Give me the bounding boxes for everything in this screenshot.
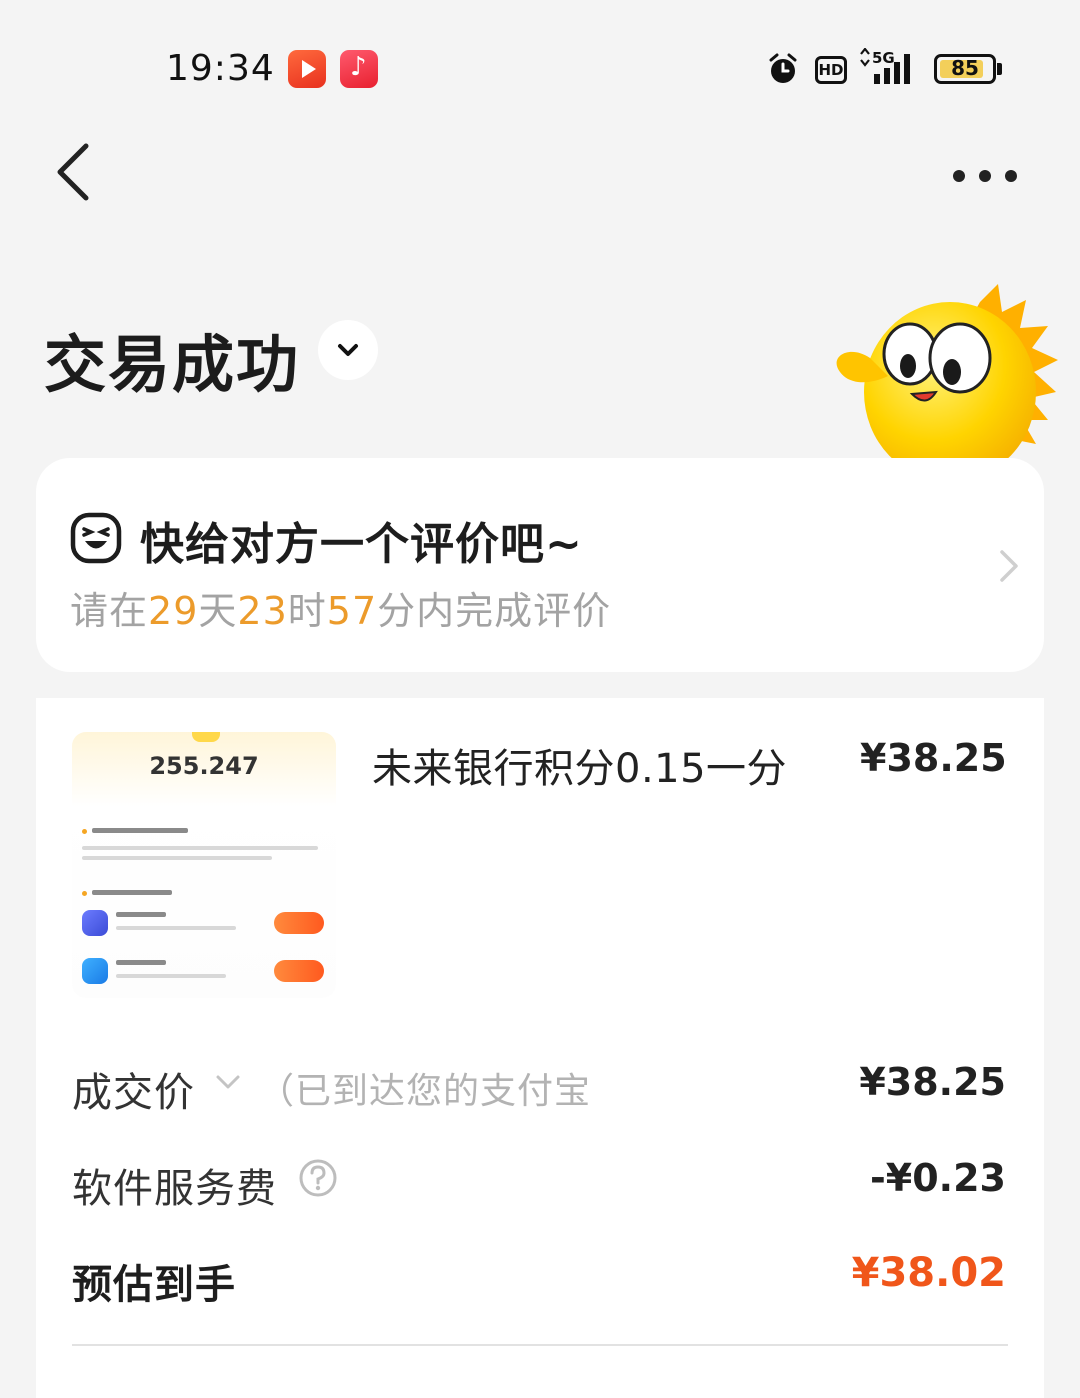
- divider: [72, 1344, 1008, 1346]
- chevron-down-icon: [338, 344, 358, 356]
- smile-face-icon: [70, 512, 122, 564]
- video-app-icon: [288, 50, 326, 88]
- battery-tip: [997, 63, 1002, 75]
- chevron-right-icon[interactable]: [996, 546, 1022, 586]
- battery-level: 85: [951, 56, 979, 80]
- service-fee-label: 软件服务费: [72, 1166, 277, 1212]
- countdown-minutes-unit: 分内完成评价: [377, 589, 612, 633]
- music-app-icon: ♪: [340, 50, 378, 88]
- thumbnail-heading-line: [116, 912, 166, 917]
- thumbnail-top-bar: [192, 732, 220, 742]
- countdown-days: 29: [148, 589, 199, 633]
- alarm-icon: [769, 53, 797, 83]
- thumbnail-text-line: [82, 846, 318, 850]
- deal-price-value: ¥38.25: [859, 1060, 1006, 1104]
- deal-price-note: （已到达您的支付宝: [258, 1071, 592, 1112]
- product-name[interactable]: 未来银行积分0.15一分: [372, 736, 787, 794]
- thumbnail-button: [274, 960, 324, 982]
- hd-icon: HD: [815, 56, 847, 84]
- thumbnail-heading-line: [116, 960, 166, 965]
- fish-mascot-icon: [836, 284, 1058, 472]
- countdown-days-unit: 天: [198, 589, 238, 633]
- net-income-label: 预估到手: [72, 1262, 236, 1308]
- thumbnail-text-line: [116, 926, 236, 930]
- thumbnail-bullet: [82, 891, 87, 896]
- network-label: 5G: [872, 49, 895, 67]
- thumbnail-number: 255.247: [149, 752, 259, 780]
- countdown-minutes: 57: [326, 589, 378, 633]
- thumbnail-app-icon: [82, 958, 108, 984]
- thumbnail-button: [274, 912, 324, 934]
- review-title: 快给对方一个评价吧~: [140, 519, 583, 570]
- thumbnail-app-icon: [82, 910, 108, 936]
- countdown-hours-unit: 时: [287, 589, 327, 633]
- thumbnail-bullet: [82, 829, 87, 834]
- title-expand-button[interactable]: [318, 320, 378, 380]
- chevron-left-icon[interactable]: [52, 140, 96, 204]
- thumbnail-heading-line: [92, 890, 172, 895]
- status-time: 19:34: [166, 48, 275, 89]
- product-price: ¥38.25: [860, 736, 1007, 780]
- thumbnail-heading-line: [92, 828, 188, 833]
- net-income-value: ¥38.02: [851, 1250, 1006, 1296]
- help-icon[interactable]: [298, 1158, 338, 1198]
- deal-price-label: 成交价: [72, 1070, 195, 1116]
- service-fee-value: -¥0.23: [870, 1156, 1006, 1200]
- countdown-hours: 23: [237, 589, 288, 633]
- review-countdown: 请在29天23时57分内完成评价: [70, 580, 611, 635]
- chevron-down-icon[interactable]: [214, 1072, 242, 1092]
- more-horizontal-icon[interactable]: [950, 166, 1020, 186]
- signal-5g-icon: 5G: [860, 48, 910, 84]
- product-thumbnail[interactable]: 255.247: [72, 732, 336, 998]
- page-title: 交易成功: [44, 328, 301, 401]
- countdown-prefix: 请在: [70, 589, 149, 633]
- thumbnail-text-line: [116, 974, 226, 978]
- thumbnail-text-line: [82, 856, 272, 860]
- battery-icon: 85: [934, 54, 996, 84]
